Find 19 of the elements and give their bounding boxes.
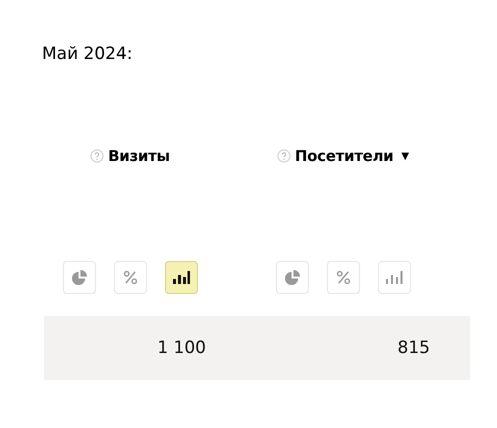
period-title: Май 2024:	[42, 44, 134, 66]
column-header[interactable]: Посетители	[294, 147, 394, 165]
pie-chart-icon	[72, 270, 86, 285]
help-icon[interactable]	[90, 149, 104, 163]
bars-view-button[interactable]	[164, 261, 198, 294]
percent-icon	[122, 270, 138, 285]
percent-view-button[interactable]	[326, 261, 360, 294]
pie-view-button[interactable]	[276, 261, 308, 294]
pie-chart-icon	[284, 270, 300, 285]
sort-indicator[interactable]: ▼	[401, 150, 410, 162]
total-value: 815	[398, 338, 430, 358]
bar-chart-icon	[172, 271, 190, 284]
percent-view-button[interactable]	[114, 261, 146, 294]
help-icon[interactable]	[276, 149, 291, 163]
pie-view-button[interactable]	[62, 261, 96, 294]
column-header[interactable]: Визиты	[108, 147, 170, 165]
bar-chart-icon	[386, 271, 402, 284]
percent-icon	[336, 270, 350, 285]
total-value: 1 100	[157, 338, 206, 358]
